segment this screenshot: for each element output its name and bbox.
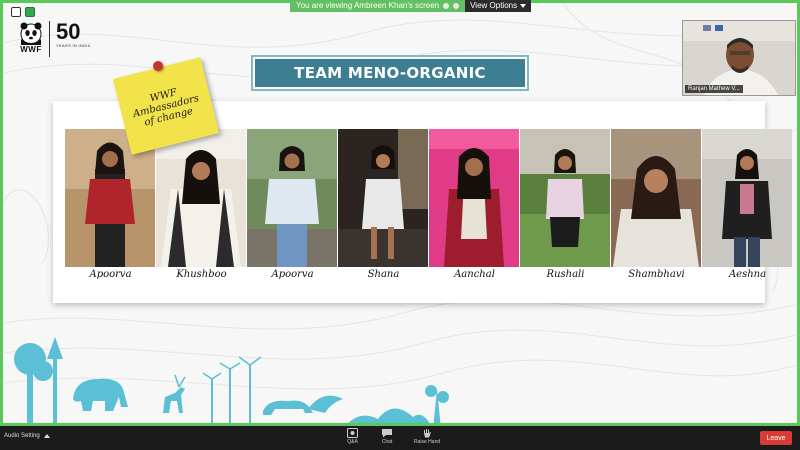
audio-setting-label: Audio Setting: [4, 433, 40, 439]
member-name: Rushali: [546, 269, 585, 280]
shared-screen: WWF 50 YEARS IN INDIA TEAM MENO-ORGANIC: [0, 0, 800, 426]
qa-label: Q&A: [347, 439, 358, 445]
chat-icon: [382, 429, 392, 438]
window-controls: [11, 7, 35, 17]
share-status-text: You are viewing Ambreen Khan's screen: [296, 1, 440, 10]
meeting-toolbar: Audio Setting Q&A Chat Raise Hand Leave: [0, 426, 800, 450]
hand-icon: [424, 429, 432, 438]
chevron-up-icon[interactable]: [43, 434, 50, 438]
member-name: Khushboo: [176, 269, 227, 280]
participant-name: Ranjan Mathew V...: [685, 85, 743, 93]
panda-icon: [20, 22, 42, 45]
control-icon[interactable]: [453, 3, 460, 9]
member-name: Shana: [367, 269, 400, 280]
member-photo-4: [338, 129, 428, 267]
slide-title: TEAM MENO-ORGANIC: [255, 59, 525, 87]
member-name: Aanchal: [454, 269, 495, 280]
chat-label: Chat: [381, 439, 393, 445]
sticky-note-text: WWF Ambassadors of change: [131, 86, 201, 129]
member-photo-7: [611, 129, 701, 267]
anniversary-mark: 50 YEARS IN INDIA: [56, 19, 91, 49]
team-photos: [65, 129, 792, 267]
wildlife-illustration: [14, 337, 449, 423]
member-name: Shambhavi: [628, 269, 685, 280]
member-name: Aeshna: [728, 269, 767, 280]
meeting-info-icon[interactable]: [11, 7, 21, 17]
anniversary-number: 50: [56, 19, 81, 44]
view-options-label: View Options: [470, 1, 518, 10]
anniversary-subtitle: YEARS IN INDIA: [56, 43, 91, 48]
security-shield-icon[interactable]: [25, 7, 35, 17]
chat-button[interactable]: Chat: [381, 428, 393, 445]
share-status: You are viewing Ambreen Khan's screen: [290, 0, 466, 12]
pin-icon[interactable]: [443, 3, 450, 9]
qa-icon: [347, 428, 358, 438]
member-photo-5: [429, 129, 519, 267]
member-names: Apoorva Khushboo Apoorva Shana Aanchal R…: [65, 269, 793, 280]
qa-button[interactable]: Q&A: [347, 428, 358, 445]
raise-hand-label: Raise Hand: [414, 439, 441, 445]
member-name: Apoorva: [89, 269, 132, 280]
wwf-panda-logo: WWF: [19, 21, 43, 54]
leave-button[interactable]: Leave: [760, 431, 792, 445]
audio-setting-button[interactable]: Audio Setting: [4, 433, 50, 439]
member-photo-8: [702, 129, 792, 267]
chevron-down-icon: [520, 4, 527, 8]
member-photo-6: [520, 129, 610, 267]
wwf-logo: WWF 50 YEARS IN INDIA: [19, 21, 91, 57]
slide-title-frame: TEAM MENO-ORGANIC: [251, 55, 529, 91]
participant-video[interactable]: Ranjan Mathew V...: [682, 20, 796, 96]
member-photo-3: [247, 129, 337, 267]
member-photo-2: [156, 129, 246, 267]
wwf-brand-text: WWF: [20, 45, 42, 54]
push-pin-icon: [153, 61, 163, 71]
view-options-button[interactable]: View Options: [465, 0, 532, 12]
screen-share-banner: You are viewing Ambreen Khan's screen Vi…: [290, 0, 532, 12]
member-name: Apoorva: [271, 269, 314, 280]
raise-hand-button[interactable]: Raise Hand: [414, 428, 440, 445]
logo-divider: [49, 21, 50, 57]
